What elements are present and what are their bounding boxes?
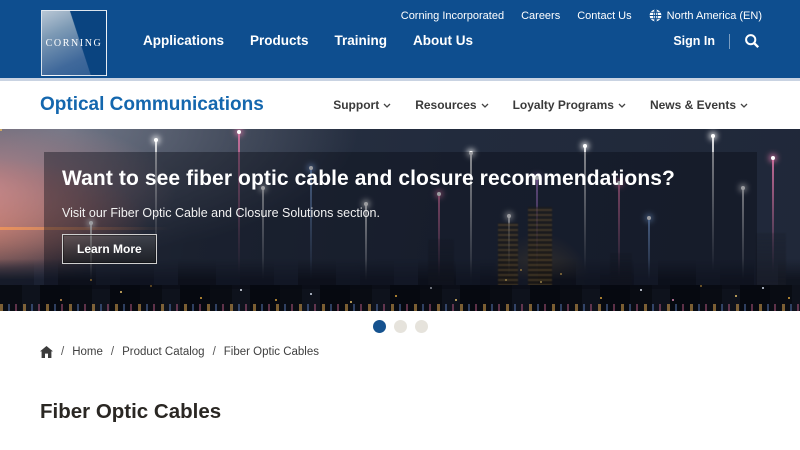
page-title: Fiber Optic Cables: [40, 400, 222, 423]
utility-link-careers[interactable]: Careers: [521, 10, 560, 22]
subnav-item-support[interactable]: Support: [333, 98, 391, 112]
home-icon[interactable]: [40, 346, 53, 358]
carousel-dot-1[interactable]: [372, 320, 386, 333]
locale-label: North America (EN): [666, 9, 762, 22]
hero-overlay-panel: Want to see fiber optic cable and closur…: [44, 152, 757, 289]
breadcrumb-separator: /: [61, 346, 65, 358]
breadcrumb-home[interactable]: Home: [72, 346, 103, 358]
sign-in-link[interactable]: Sign In: [673, 34, 715, 48]
section-title-link[interactable]: Optical Communications: [40, 94, 264, 116]
hero-city-lights: [0, 129, 2, 131]
nav-item-about-us[interactable]: About Us: [413, 33, 473, 48]
subnav-label: Resources: [415, 98, 477, 112]
globe-icon: [649, 9, 661, 22]
subnav-label: Support: [333, 98, 380, 112]
carousel-dot-3[interactable]: [414, 320, 428, 333]
corning-logo[interactable]: CORNING: [41, 10, 107, 76]
section-nav-links: Support Resources Loyalty Programs News …: [333, 98, 748, 112]
subnav-label: Loyalty Programs: [512, 98, 614, 112]
hero-heading: Want to see fiber optic cable and closur…: [62, 167, 675, 190]
section-nav: Optical Communications Support Resources…: [0, 81, 800, 129]
hero-city-lights-strip: [0, 304, 800, 311]
learn-more-button[interactable]: Learn More: [62, 234, 157, 264]
breadcrumb-separator: /: [110, 346, 115, 358]
search-icon[interactable]: [744, 33, 760, 49]
nav-item-applications[interactable]: Applications: [143, 33, 224, 48]
header-divider: [729, 33, 730, 49]
subnav-item-resources[interactable]: Resources: [415, 98, 489, 112]
site-header: CORNING Corning Incorporated Careers Con…: [0, 0, 800, 81]
utility-link-corning-incorporated[interactable]: Corning Incorporated: [401, 10, 504, 22]
subnav-label: News & Events: [649, 98, 736, 112]
subnav-item-loyalty-programs[interactable]: Loyalty Programs: [513, 98, 626, 112]
utility-link-contact-us[interactable]: Contact Us: [577, 10, 631, 22]
breadcrumb: / Home / Product Catalog / Fiber Optic C…: [40, 346, 800, 358]
corning-logo-text: CORNING: [45, 37, 103, 49]
carousel-dot-2[interactable]: [393, 320, 407, 333]
carousel-dots: [0, 320, 800, 333]
locale-selector[interactable]: North America (EN): [649, 9, 762, 22]
hero-subheading: Visit our Fiber Optic Cable and Closure …: [62, 206, 380, 220]
utility-nav: Corning Incorporated Careers Contact Us …: [401, 9, 762, 22]
nav-item-products[interactable]: Products: [250, 33, 309, 48]
sign-in-area: Sign In: [673, 33, 760, 49]
nav-item-training[interactable]: Training: [335, 33, 388, 48]
subnav-item-news-events[interactable]: News & Events: [650, 98, 748, 112]
breadcrumb-product-catalog[interactable]: Product Catalog: [122, 346, 204, 358]
breadcrumb-separator: /: [212, 346, 216, 358]
breadcrumb-fiber-optic-cables[interactable]: Fiber Optic Cables: [224, 346, 319, 358]
chevron-down-icon: [383, 103, 391, 108]
chevron-down-icon: [618, 103, 626, 108]
chevron-down-icon: [481, 103, 489, 108]
chevron-down-icon: [740, 103, 748, 108]
main-nav: Applications Products Training About Us: [143, 33, 473, 48]
hero-banner: Want to see fiber optic cable and closur…: [0, 129, 800, 311]
